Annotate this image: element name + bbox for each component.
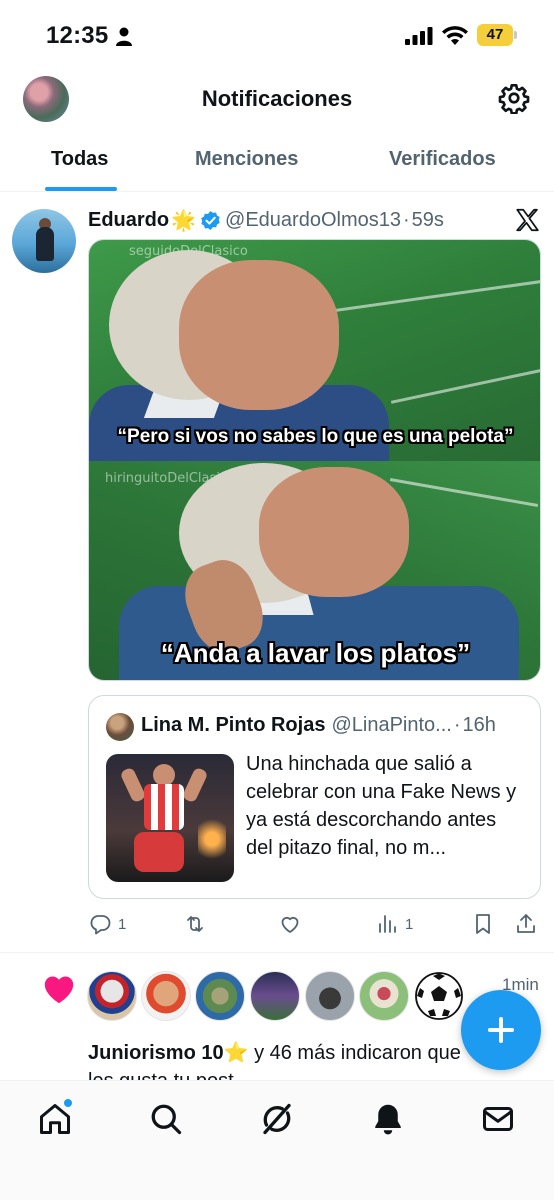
share-icon <box>517 914 535 933</box>
wifi-icon <box>442 26 468 45</box>
active-tab-indicator <box>45 187 117 191</box>
views-icon <box>379 915 396 933</box>
liker-avatar[interactable] <box>141 971 191 1021</box>
messages-icon[interactable] <box>480 1101 516 1137</box>
page-title: Notificaciones <box>201 86 353 111</box>
quote-author-name: Lina M. Pinto Rojas <box>141 714 326 736</box>
reply-icon <box>90 915 111 935</box>
tweet-media[interactable]: seguidoDelClasico “Pero si vos no sabes … <box>88 239 541 681</box>
liker-avatar[interactable] <box>87 971 137 1021</box>
person-icon <box>116 27 132 46</box>
soccer-ball-avatar[interactable] <box>414 971 464 1021</box>
gear-icon[interactable] <box>498 82 530 114</box>
tweet[interactable]: Eduardo 🌟 @EduardoOlmos13 · 59s seguidoD… <box>0 193 554 953</box>
bookmark-button[interactable] <box>471 909 495 939</box>
author-handle[interactable]: @EduardoOlmos13 <box>225 209 401 232</box>
notification-tabs: Todas Menciones Verificados <box>0 132 554 192</box>
author-emoji: 🌟 <box>171 209 197 232</box>
author-avatar[interactable] <box>12 209 76 273</box>
status-bar: 12:35 47 <box>0 0 554 72</box>
reply-button[interactable]: 1 <box>88 909 126 939</box>
verified-badge-icon <box>201 210 220 230</box>
media-caption-1: “Pero si vos no sabes lo que es una pelo… <box>117 426 514 447</box>
grok-icon[interactable] <box>259 1101 295 1137</box>
home-unread-dot <box>63 1098 73 1108</box>
bookmark-icon <box>476 914 490 934</box>
retweet-button[interactable] <box>183 909 213 939</box>
author-name[interactable]: Eduardo <box>88 209 169 232</box>
quote-header: Lina M. Pinto Rojas @LinaPinto... · 16h <box>141 714 496 737</box>
notifications-icon[interactable] <box>370 1101 406 1137</box>
battery-nub <box>514 31 517 39</box>
compose-button[interactable] <box>461 990 541 1070</box>
quote-age: 16h <box>462 714 496 736</box>
header: Notificaciones <box>0 72 554 130</box>
bottom-nav <box>0 1080 554 1200</box>
quote-author-avatar <box>106 713 134 741</box>
retweet-icon <box>187 916 203 932</box>
x-logo-icon <box>516 208 539 232</box>
share-button[interactable] <box>514 909 538 939</box>
signal-icon <box>405 27 433 45</box>
search-icon[interactable] <box>148 1101 184 1137</box>
status-time: 12:35 <box>46 22 109 49</box>
heart-outline-icon <box>281 916 299 933</box>
liker-avatar[interactable] <box>250 971 300 1021</box>
tweet-age: 59s <box>411 208 444 231</box>
heart-icon <box>44 976 74 1004</box>
media-frame-bottom: hiringuitoDelClasi “Anda a lavar los pla… <box>89 461 540 680</box>
like-button[interactable] <box>278 909 308 939</box>
quote-separator: · <box>453 714 461 736</box>
notification-user-emoji: ⭐ <box>223 1042 249 1064</box>
liker-avatar[interactable] <box>305 971 355 1021</box>
notification-user[interactable]: Juniorismo 10 <box>88 1042 224 1064</box>
liker-avatar[interactable] <box>359 971 409 1021</box>
media-caption-2: “Anda a lavar los platos” <box>160 638 471 668</box>
tab-verificados[interactable]: Verificados <box>389 148 496 171</box>
quoted-tweet[interactable]: Lina M. Pinto Rojas @LinaPinto... · 16h … <box>88 695 541 899</box>
quote-text: Una hinchada que salió a celebrar con un… <box>246 753 517 859</box>
views-button[interactable]: 1 <box>375 909 413 939</box>
tweet-header: Eduardo 🌟 @EduardoOlmos13 · 59s <box>88 207 444 233</box>
plus-icon-vertical <box>499 1017 503 1043</box>
views-count: 1 <box>405 915 414 933</box>
quote-author-handle: @LinaPinto... <box>331 714 452 736</box>
tweet-actions: 1 1 <box>88 909 548 939</box>
media-frame-top: seguidoDelClasico “Pero si vos no sabes … <box>89 240 540 461</box>
tab-todas[interactable]: Todas <box>51 148 108 171</box>
liker-avatar[interactable] <box>195 971 245 1021</box>
battery-icon: 47 <box>477 24 513 46</box>
tab-menciones[interactable]: Menciones <box>195 148 298 171</box>
separator-dot: · <box>402 208 410 231</box>
reply-count: 1 <box>118 915 127 933</box>
quote-thumbnail <box>106 754 234 882</box>
